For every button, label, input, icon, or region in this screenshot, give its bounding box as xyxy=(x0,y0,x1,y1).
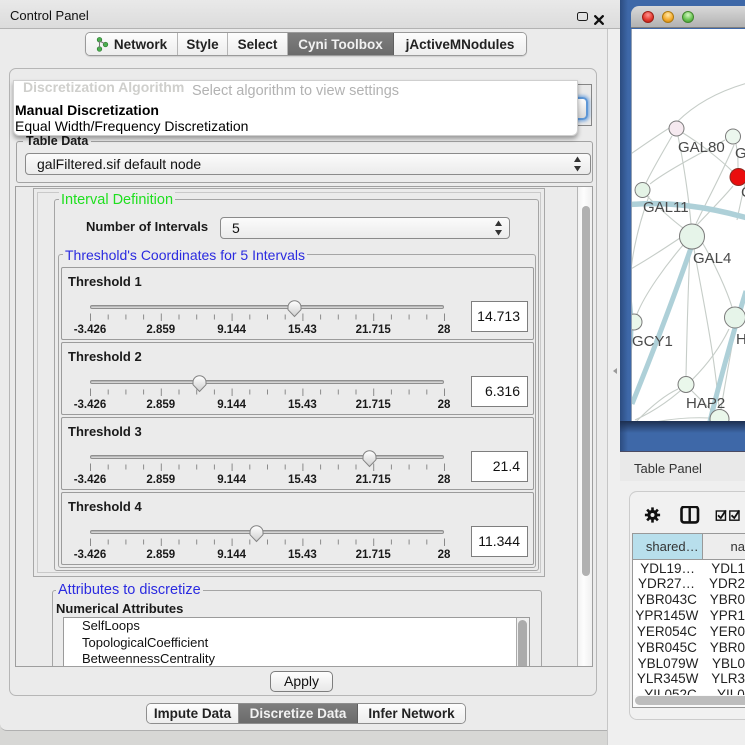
svg-text:GAL11: GAL11 xyxy=(643,199,689,216)
svg-text:GAL7: GAL7 xyxy=(735,145,745,162)
svg-text:CY: CY xyxy=(741,184,745,201)
svg-text:GAL80: GAL80 xyxy=(678,139,725,156)
svg-text:GCY1: GCY1 xyxy=(632,333,673,350)
svg-text:GAL4: GAL4 xyxy=(693,250,731,267)
svg-text:HA: HA xyxy=(736,331,745,348)
svg-text:HAP2: HAP2 xyxy=(686,395,725,412)
